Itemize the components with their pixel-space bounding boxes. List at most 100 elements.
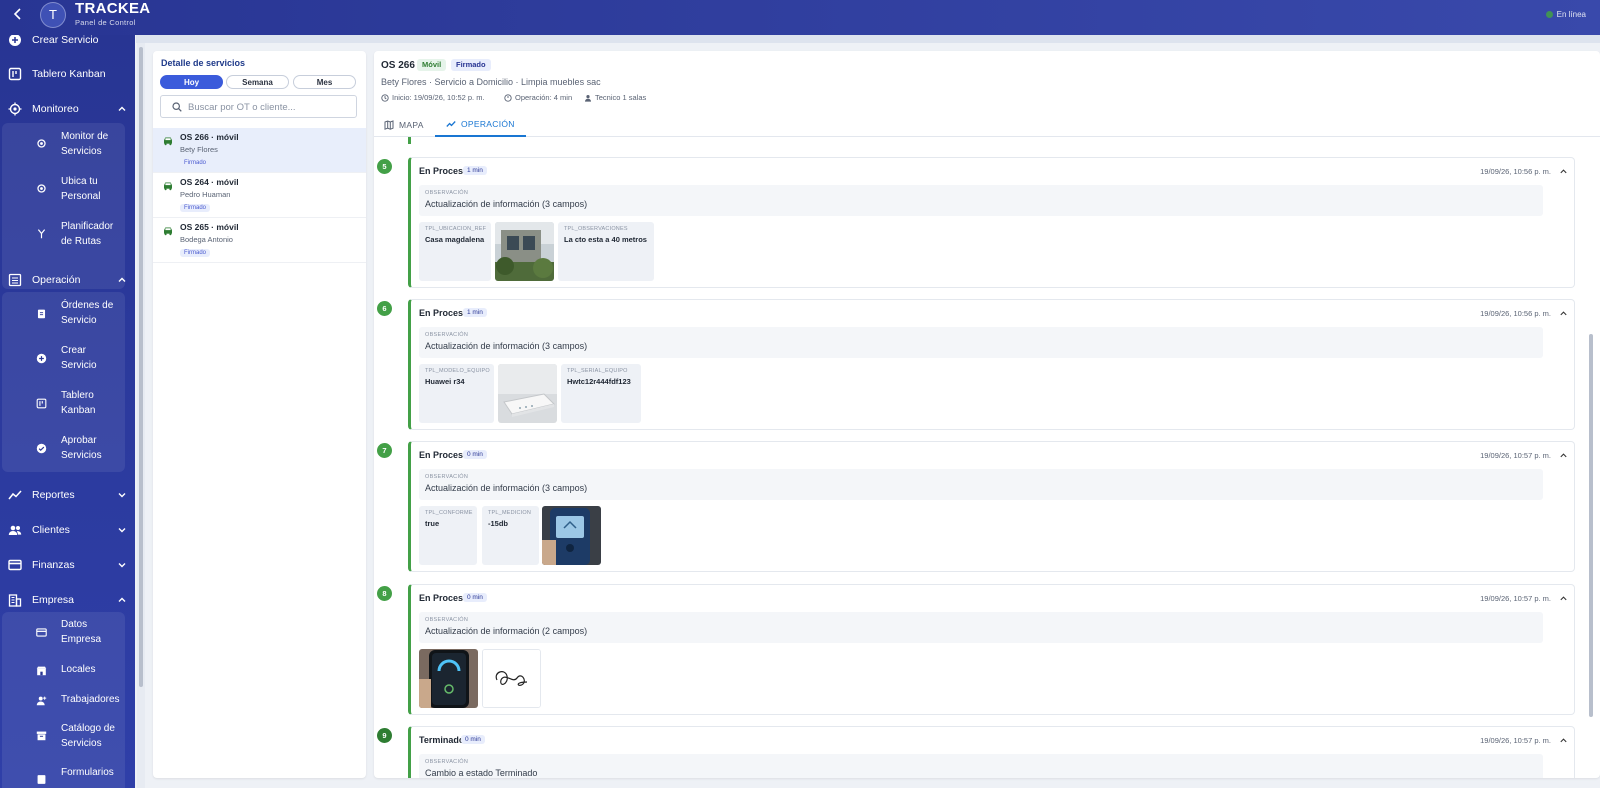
step-card: En Proceso 1 min 19/09/26, 10:56 p. m. O… (408, 299, 1575, 430)
sidebar-item-label: Clientes (32, 524, 70, 536)
router-photo[interactable] (498, 364, 557, 423)
kanban-icon (8, 67, 22, 81)
chevron-up-icon[interactable] (1559, 594, 1568, 603)
tab-mapa[interactable]: MAPA (378, 113, 430, 137)
order-item-os-266[interactable]: OS 266 · móvil Bety Flores Firmado (153, 128, 366, 173)
sidebar-item-formularios[interactable]: Formularios (4, 760, 127, 788)
brand-avatar[interactable]: T (40, 2, 66, 28)
technician-label: Tecnico 1 salas (595, 93, 647, 102)
timeline-connector (408, 137, 411, 144)
step-timestamp: 19/09/26, 10:57 p. m. (1480, 594, 1551, 603)
field-value: Casa magdalena (425, 235, 485, 244)
sidebar-item-label: Órdenes de Servicio (61, 300, 114, 326)
sidebar-item-label: Monitor de Servicios (61, 131, 109, 157)
sidebar-item-clientes[interactable]: Clientes (0, 518, 135, 542)
chevron-down-icon (118, 528, 126, 533)
app-subtitle: Panel de Control (75, 18, 136, 27)
status-badge: Firmado (180, 249, 211, 257)
sidebar-item-ubica-personal[interactable]: Ubica tu Personal (4, 168, 127, 210)
back-arrow-icon[interactable] (10, 6, 26, 22)
signature-image[interactable] (482, 649, 541, 708)
target-icon (37, 139, 46, 148)
chevron-down-icon (118, 563, 126, 568)
step-status: En Proceso (419, 308, 469, 318)
sidebar-item-operacion[interactable]: Operación (0, 268, 135, 292)
sidebar-item-crear-servicio-sub[interactable]: Crear Servicio (4, 337, 127, 380)
chevron-up-icon[interactable] (1559, 736, 1568, 745)
filter-hoy[interactable]: Hoy (160, 75, 223, 89)
car-icon (164, 137, 172, 146)
clipboard-icon (37, 309, 46, 319)
services-list-panel: Detalle de servicios Hoy Semana Mes OS 2… (153, 51, 366, 778)
field-value: Hwtc12r444fdf123 (567, 377, 631, 386)
sidebar-item-crear-servicio[interactable]: Crear Servicio (0, 35, 135, 52)
sidebar-item-locales[interactable]: Locales (4, 656, 127, 684)
sidebar-item-monitoreo[interactable]: Monitoreo (0, 97, 135, 121)
search-input[interactable] (188, 99, 348, 115)
chevron-up-icon[interactable] (1559, 451, 1568, 460)
sidebar-item-label: Reportes (32, 489, 75, 501)
online-dot-icon (1545, 11, 1553, 18)
chevron-up-icon[interactable] (1559, 167, 1568, 176)
sidebar-item-trabajadores[interactable]: Trabajadores (4, 686, 127, 714)
add-circle-icon (9, 35, 21, 46)
status-badge: Firmado (180, 204, 211, 212)
sidebar: Crear Servicio Tablero Kanban Monitoreo … (0, 35, 135, 788)
filter-mes[interactable]: Mes (293, 75, 356, 89)
step-card: En Proceso 0 min 19/09/26, 10:57 p. m. O… (408, 441, 1575, 572)
top-bar: T TRACKEA Panel de Control En línea (0, 0, 1600, 35)
timer-icon (504, 93, 512, 102)
power-meter-photo[interactable] (542, 506, 601, 565)
timeline-scrollbar-thumb[interactable] (1589, 334, 1593, 717)
signed-badge: Firmado (451, 59, 491, 71)
sidebar-item-reportes[interactable]: Reportes (0, 483, 135, 507)
field-card: TPL_SERIAL_EQUIPO Hwtc12r444fdf123 (561, 364, 641, 423)
field-card: TPL_UBICACION_REF Casa magdalena (419, 222, 491, 281)
step-number: 9 (377, 728, 392, 743)
sidebar-item-label: Locales (61, 664, 96, 675)
filter-semana[interactable]: Semana (226, 75, 289, 89)
observation-text: Cambio a estado Terminado (425, 768, 538, 778)
order-item-os-264[interactable]: OS 264 · móvil Pedro Huaman Firmado (153, 173, 366, 218)
sidebar-item-planificador-rutas[interactable]: Planificador de Rutas (4, 213, 127, 255)
sidebar-item-monitor-servicios[interactable]: Monitor de Servicios (4, 123, 127, 165)
sidebar-item-aprobar-servicios[interactable]: Aprobar Servicios (4, 427, 127, 470)
sidebar-item-ordenes-servicio[interactable]: Órdenes de Servicio (4, 292, 127, 335)
order-title: OS 264 · móvil (180, 177, 239, 187)
step-status: Terminado (419, 735, 465, 745)
order-item-os-265[interactable]: OS 265 · móvil Bodega Antonio Firmado (153, 218, 366, 263)
field-label: TPL_MODELO_EQUIPO (425, 368, 490, 374)
sidebar-item-label: Trabajadores (61, 694, 120, 705)
house-photo[interactable] (495, 222, 554, 281)
car-icon (164, 182, 172, 191)
sidebar-item-label: Empresa (32, 594, 75, 606)
sidebar-item-label: Tablero Kanban (32, 68, 106, 80)
sidebar-item-finanzas[interactable]: Finanzas (0, 553, 135, 577)
sidebar-item-tablero-kanban-sub[interactable]: Tablero Kanban (4, 382, 127, 425)
trending-icon (446, 121, 456, 127)
operation-duration: Operación: 4 min (515, 93, 573, 102)
sidebar-item-catalogo-servicios[interactable]: Catálogo de Servicios (4, 716, 127, 756)
order-client: Pedro Huaman (180, 190, 231, 199)
step-card: Terminado 0 min 19/09/26, 10:57 p. m. OB… (408, 726, 1575, 778)
sidebar-item-datos-empresa[interactable]: Datos Empresa (4, 612, 127, 654)
chevron-up-icon[interactable] (1559, 309, 1568, 318)
sidebar-item-empresa[interactable]: Empresa (0, 588, 135, 612)
tab-operacion[interactable]: OPERACIÓN (435, 113, 526, 137)
car-icon (164, 227, 172, 236)
search-box[interactable] (160, 95, 357, 118)
sidebar-item-tablero-kanban[interactable]: Tablero Kanban (0, 62, 135, 86)
detail-title: OS 266 (381, 60, 415, 71)
duration-badge: 1 min (463, 166, 487, 175)
map-icon (384, 120, 394, 130)
sidebar-item-label: Monitoreo (32, 103, 79, 115)
step-status: En Proceso (419, 593, 469, 603)
status-badge: Firmado (180, 159, 211, 167)
duration-badge: 0 min (463, 593, 487, 602)
speedtest-photo[interactable] (419, 649, 478, 708)
tab-label: MAPA (399, 120, 424, 130)
sidebar-item-label: Finanzas (32, 559, 75, 571)
step-card: En Proceso 1 min 19/09/26, 10:56 p. m. O… (408, 157, 1575, 288)
meta-operation: Operación: 4 min (504, 93, 572, 102)
page-scrollbar-thumb[interactable] (139, 47, 143, 687)
